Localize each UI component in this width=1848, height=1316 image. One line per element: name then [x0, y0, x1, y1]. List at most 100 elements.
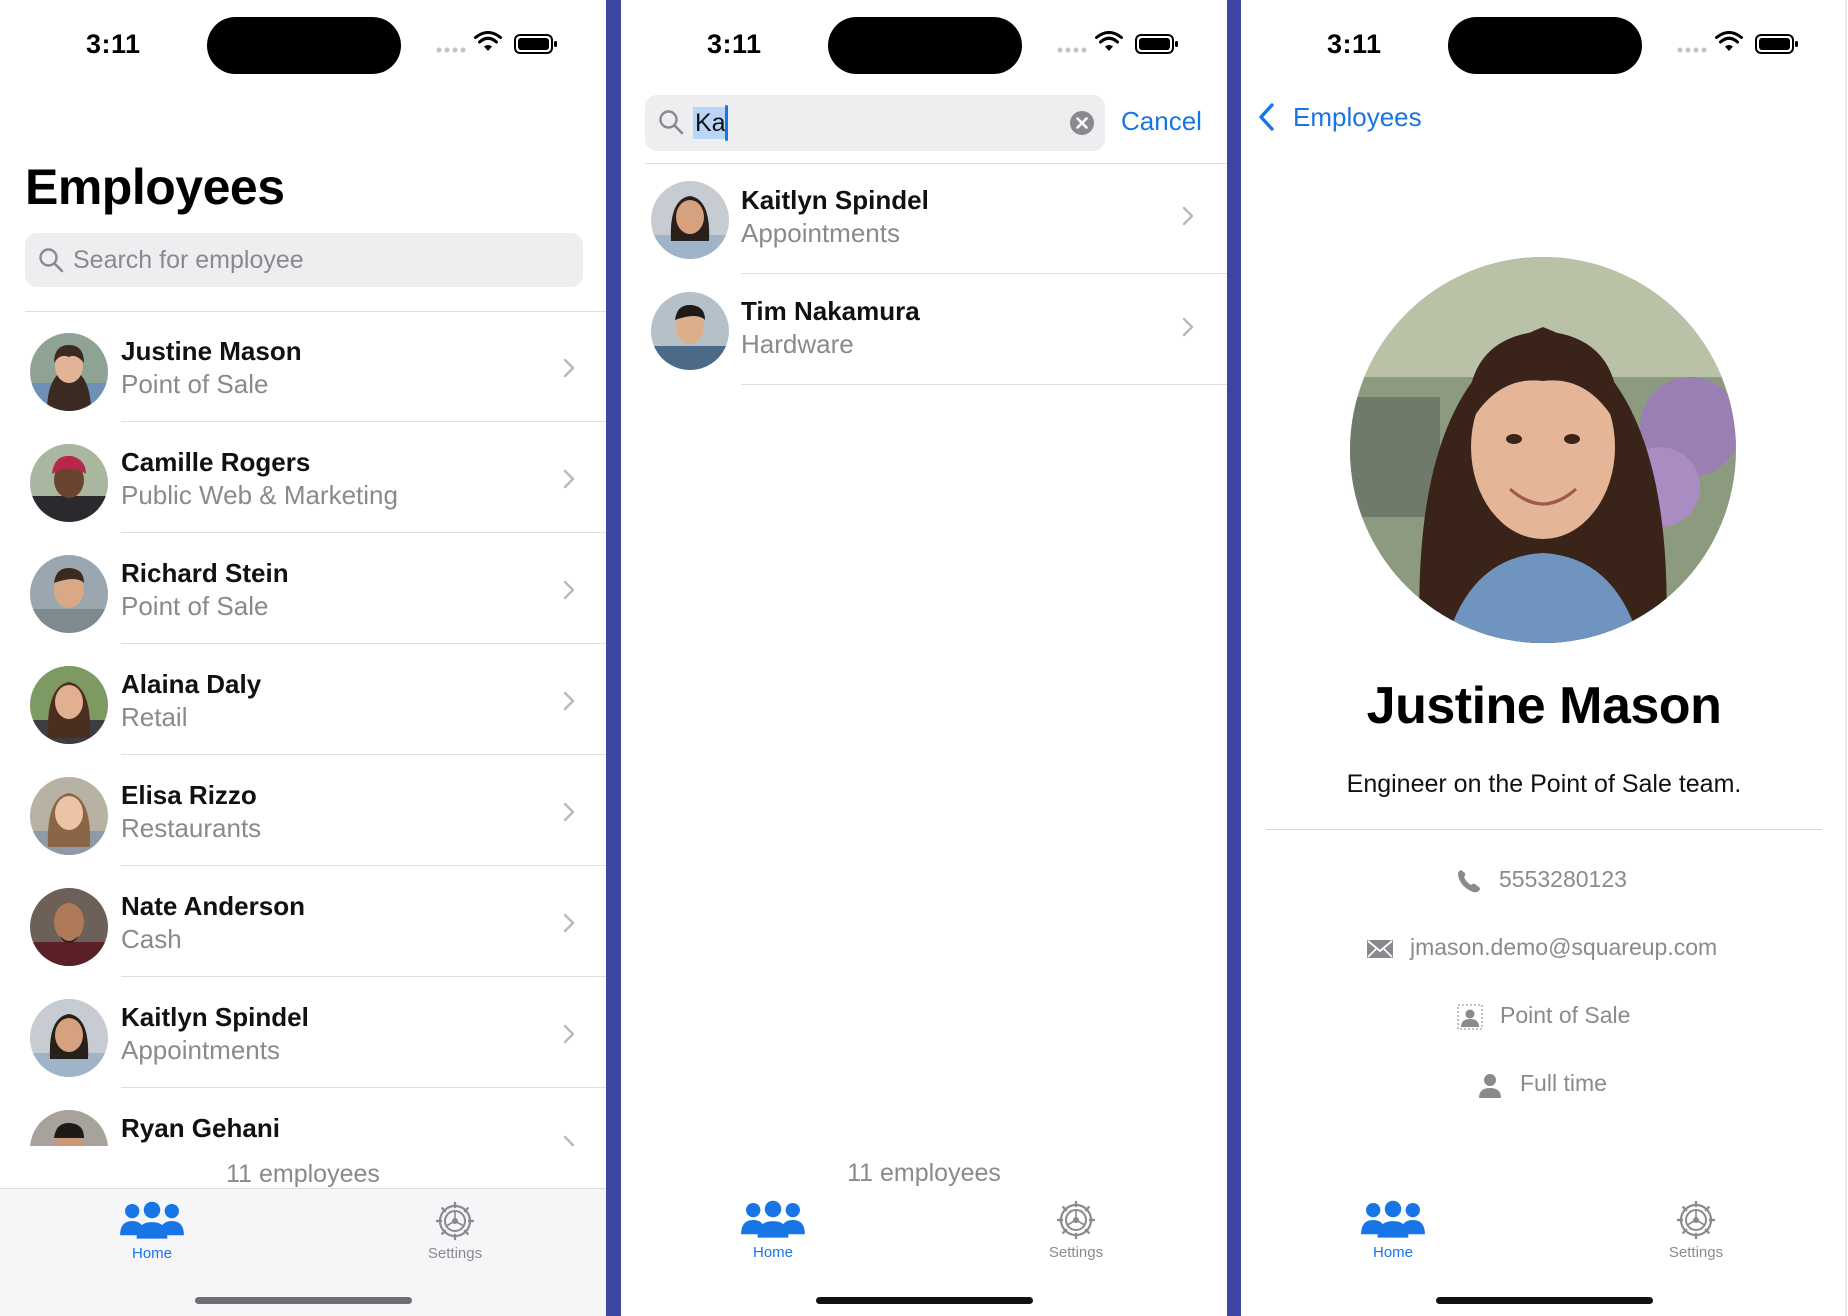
battery-icon: [514, 34, 557, 54]
status-bar: 3:11: [621, 0, 1227, 90]
employment-type: Full time: [1520, 1070, 1607, 1096]
employee-row[interactable]: Camille Rogers Public Web & Marketing: [0, 422, 606, 533]
employee-team: Point of Sale: [121, 369, 269, 399]
tab-home[interactable]: Home: [1333, 1200, 1453, 1280]
status-bar: 3:11: [0, 0, 606, 90]
cellular-signal-icon: [436, 47, 466, 53]
dynamic-island: [1448, 17, 1642, 74]
home-indicator[interactable]: [1436, 1297, 1653, 1304]
phone-number: 5553280123: [1499, 866, 1627, 892]
detail-divider: [1266, 829, 1822, 830]
employee-count: 11 employees: [847, 1159, 1001, 1187]
chevron-right-icon: [562, 690, 576, 712]
search-result-row[interactable]: Kaitlyn Spindel Appointments: [621, 163, 1227, 274]
tab-home-label: Home: [752, 1244, 793, 1261]
employee-detail-screen: 3:11 Employees Justine Mason Engineer on…: [1241, 0, 1847, 1316]
avatar: [651, 181, 729, 259]
search-input[interactable]: Search for employee: [25, 233, 583, 287]
employee-name: Tim Nakamura: [741, 296, 920, 326]
tab-home[interactable]: Home: [713, 1200, 833, 1280]
screen-divider: [1227, 0, 1242, 1316]
employment-type-row: Full time: [1241, 1066, 1847, 1106]
chevron-right-icon: [562, 801, 576, 823]
employee-team: Restaurants: [121, 813, 262, 843]
team-name: Point of Sale: [1500, 1002, 1631, 1028]
phone-icon: [1458, 870, 1480, 893]
search-icon: [37, 246, 65, 274]
battery-icon: [1755, 34, 1798, 54]
tab-home-label: Home: [131, 1245, 172, 1262]
tab-home[interactable]: Home: [92, 1201, 212, 1281]
wifi-icon: [1095, 31, 1123, 51]
avatar: [30, 888, 108, 966]
team-row: Point of Sale: [1241, 998, 1847, 1038]
wifi-icon: [1715, 31, 1743, 51]
tab-settings-label: Settings: [1048, 1244, 1104, 1261]
page-title: Employees: [25, 159, 285, 215]
person-icon: [1479, 1074, 1501, 1098]
employee-list-screen: 3:11 Employees Search for employee Justi…: [0, 0, 606, 1316]
tab-settings[interactable]: Settings: [1636, 1200, 1756, 1280]
search-input[interactable]: Ka: [645, 95, 1105, 151]
text-cursor: [725, 105, 728, 141]
email-row[interactable]: jmason.demo@squareup.com: [1241, 930, 1847, 970]
employee-count: 11 employees: [226, 1160, 380, 1188]
tab-settings[interactable]: Settings: [395, 1201, 515, 1281]
chevron-right-icon: [1181, 205, 1195, 227]
employee-name: Kaitlyn Spindel: [741, 185, 929, 215]
gear-icon: [1056, 1200, 1096, 1240]
cellular-signal-icon: [1057, 47, 1087, 53]
employee-portrait: [1350, 257, 1736, 643]
search-icon: [657, 108, 685, 136]
status-time: 3:11: [707, 29, 762, 59]
email-address: jmason.demo@squareup.com: [1410, 934, 1718, 960]
home-indicator[interactable]: [195, 1297, 412, 1304]
people-icon: [119, 1201, 185, 1241]
employee-row[interactable]: Ryan Gehani: [0, 1088, 606, 1146]
employee-row[interactable]: Kaitlyn Spindel Appointments: [0, 977, 606, 1088]
chevron-right-icon: [562, 912, 576, 934]
people-icon: [1360, 1200, 1426, 1240]
status-time: 3:11: [86, 29, 141, 59]
status-time: 3:11: [1327, 29, 1382, 59]
employee-row[interactable]: Elisa Rizzo Restaurants: [0, 755, 606, 866]
chevron-left-icon: [1259, 103, 1274, 131]
search-result-row[interactable]: Tim Nakamura Hardware: [621, 274, 1227, 385]
tab-settings[interactable]: Settings: [1016, 1200, 1136, 1280]
badge-icon: [1457, 1004, 1483, 1030]
employee-team: Retail: [121, 702, 188, 732]
employee-row[interactable]: Justine Mason Point of Sale: [0, 311, 606, 422]
tab-settings-label: Settings: [1668, 1244, 1724, 1261]
avatar: [30, 999, 108, 1077]
employee-row[interactable]: Richard Stein Point of Sale: [0, 533, 606, 644]
employee-team: Hardware: [741, 329, 854, 359]
home-indicator[interactable]: [816, 1297, 1033, 1304]
employee-row[interactable]: Alaina Daly Retail: [0, 644, 606, 755]
chevron-right-icon: [562, 468, 576, 490]
avatar: [30, 1110, 108, 1146]
avatar: [30, 555, 108, 633]
people-icon: [740, 1200, 806, 1240]
status-bar: 3:11: [1241, 0, 1847, 90]
employee-name: Justine Mason: [121, 336, 302, 366]
tab-settings-label: Settings: [427, 1245, 483, 1262]
cellular-signal-icon: [1677, 47, 1707, 53]
employee-team: Cash: [121, 924, 182, 954]
employee-name: Kaitlyn Spindel: [121, 1002, 309, 1032]
cancel-button[interactable]: Cancel: [1121, 106, 1202, 137]
employee-name: Ryan Gehani: [121, 1113, 280, 1143]
envelope-icon: [1367, 940, 1393, 958]
battery-icon: [1135, 34, 1178, 54]
wifi-icon: [474, 31, 502, 51]
employee-name: Richard Stein: [121, 558, 289, 588]
avatar: [30, 444, 108, 522]
search-results-screen: 3:11 Ka Cancel Kaitlyn Spindel Appointme…: [621, 0, 1227, 1316]
employee-row[interactable]: Nate Anderson Cash: [0, 866, 606, 977]
clear-icon[interactable]: [1069, 110, 1095, 136]
employee-team: Appointments: [121, 1035, 280, 1065]
chevron-right-icon: [562, 579, 576, 601]
phone-row[interactable]: 5553280123: [1241, 862, 1847, 902]
row-divider: [741, 384, 1227, 385]
employee-team: Appointments: [741, 218, 900, 248]
avatar: [30, 333, 108, 411]
